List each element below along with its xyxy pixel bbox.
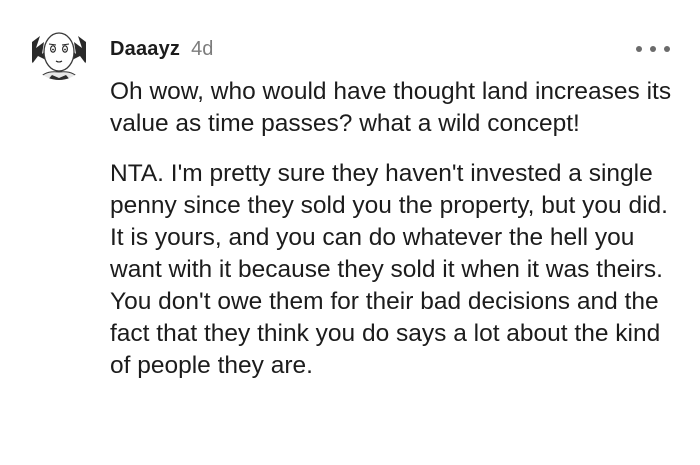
comment-paragraph: Oh wow, who would have thought land incr… <box>110 78 672 137</box>
more-dot <box>664 46 670 52</box>
more-dot <box>650 46 656 52</box>
more-dot <box>636 46 642 52</box>
username-link[interactable]: Daaayz <box>110 38 180 61</box>
comment-meta: Daaayz 4d <box>110 38 213 61</box>
comment-paragraph: NTA. I'm pretty sure they haven't invest… <box>110 160 668 379</box>
comment-timestamp: 4d <box>191 38 214 60</box>
comment: Daaayz 4d Oh wow, who would have thought… <box>0 0 700 465</box>
more-options-icon[interactable] <box>636 42 670 56</box>
comment-body: Oh wow, who would have thought land incr… <box>110 76 680 382</box>
user-avatar-icon[interactable] <box>28 20 90 82</box>
